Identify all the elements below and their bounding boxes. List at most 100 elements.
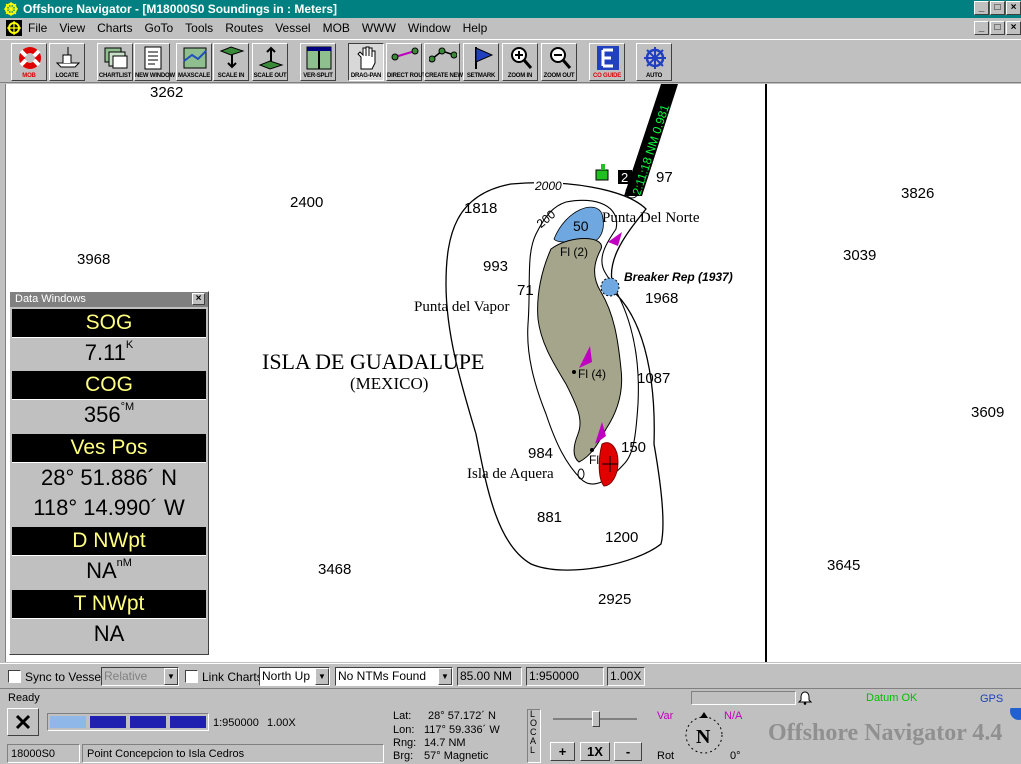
slider-thumb[interactable] (592, 711, 600, 727)
boat-icon (55, 47, 81, 68)
close-button[interactable]: × (1006, 1, 1021, 15)
menu-help[interactable]: Help (463, 21, 488, 35)
sounding: 1200 (605, 529, 639, 546)
sounding: 3039 (843, 247, 877, 264)
chartlist-label: CHARTLIST (98, 73, 132, 79)
map-icon (183, 47, 207, 69)
scale-segment (90, 716, 126, 728)
auto-button[interactable]: AUTO (636, 43, 672, 81)
scale-in-button[interactable]: SCALE IN (213, 43, 249, 81)
breaker-circle (600, 277, 620, 297)
bell-icon[interactable] (798, 691, 812, 705)
chevron-down-icon: ▼ (315, 668, 329, 685)
menu-vessel[interactable]: Vessel (275, 21, 310, 35)
island-name: ISLA DE GUADALUPE (262, 349, 485, 374)
orientation-select[interactable]: North Up ▼ (259, 667, 330, 686)
rng-label: Rng: (393, 737, 417, 749)
plus-button[interactable]: + (550, 742, 575, 761)
cursor-lon: 117° 59.336´ W (424, 724, 500, 736)
ntm-select[interactable]: No NTMs Found ▼ (335, 667, 453, 686)
co-guide-button[interactable]: CO GUIDE (589, 43, 625, 81)
cog-label: COG (12, 371, 206, 399)
co-guide-label: CO GUIDE (592, 73, 622, 79)
zoom-out-icon (550, 47, 572, 69)
menu-tools[interactable]: Tools (185, 21, 213, 35)
tnwpt-block: T NWpt NA (12, 590, 206, 649)
route-icon (391, 47, 419, 61)
sounding: 3262 (150, 84, 184, 101)
chart-name: Point Concepcion to Isla Cedros (87, 748, 245, 760)
menu-bar: File View Charts GoTo Tools Routes Vesse… (0, 18, 1021, 38)
setmark-button[interactable]: SETMARK (463, 43, 499, 81)
var-label: Var (657, 710, 674, 722)
scale-in-icon (219, 46, 245, 69)
data-window-title[interactable]: Data Windows × (10, 292, 208, 307)
sounding: 97 (656, 169, 673, 186)
title-bar: Offshore Navigator - [M18000S0 Soundings… (0, 0, 1021, 18)
menu-mob[interactable]: MOB (323, 21, 350, 35)
ship-wheel-icon[interactable] (6, 20, 22, 36)
create-route-button[interactable]: CREATE NEW ROUTE (424, 43, 485, 81)
sog-block: SOG 7.11K (12, 309, 206, 368)
contour-label: 2000 (534, 179, 563, 193)
menu-charts[interactable]: Charts (97, 21, 132, 35)
compass-rose-icon: N (685, 712, 723, 754)
menu-file[interactable]: File (28, 21, 47, 35)
direct-route-button[interactable]: DIRECT ROUTE (386, 43, 430, 81)
maxscale-label: MAXSCALE (177, 73, 211, 79)
menu-goto[interactable]: GoTo (144, 21, 173, 35)
locate-button[interactable]: LOCATE (49, 43, 85, 81)
mob-button[interactable]: MOB (11, 43, 47, 81)
split-icon (306, 46, 332, 70)
menu-www[interactable]: WWW (362, 21, 396, 35)
sounding: 1818 (464, 200, 498, 217)
rot-value: 0° (730, 750, 741, 762)
menu-view[interactable]: View (59, 21, 85, 35)
minimize-button[interactable]: _ (974, 1, 989, 15)
maximize-button[interactable]: □ (990, 1, 1005, 15)
scale-out-icon (258, 46, 284, 70)
data-window-close-button[interactable]: × (192, 293, 205, 305)
zoom-out-button[interactable]: ZOOM OUT (541, 43, 577, 81)
mdi-close-button[interactable]: × (1006, 21, 1021, 35)
chartlist-button[interactable]: CHARTLIST (97, 43, 133, 81)
sounding: 881 (537, 509, 563, 526)
ver-split-button[interactable]: VER-SPLIT (300, 43, 336, 81)
scale-bar[interactable] (47, 713, 209, 731)
sync-to-vessel-checkbox[interactable] (8, 670, 21, 683)
data-window[interactable]: Data Windows × SOG 7.11K COG 356°M Ves P… (9, 291, 209, 655)
mdi-restore-button[interactable]: □ (990, 21, 1005, 35)
sync-to-vessel-label: Sync to Vessel (25, 670, 104, 684)
sounding: 3826 (901, 185, 935, 202)
scale-segment (50, 716, 86, 728)
mdi-minimize-button[interactable]: _ (974, 21, 989, 35)
menu-routes[interactable]: Routes (225, 21, 263, 35)
scale-segment (130, 716, 166, 728)
zoom-in-button[interactable]: ZOOM IN (502, 43, 538, 81)
link-charts-checkbox[interactable] (185, 670, 198, 683)
light-label: Fl (2) (560, 245, 588, 259)
chart-id: 18000S0 (11, 748, 56, 760)
buoy-number: 2 (621, 170, 628, 185)
one-x-button[interactable]: 1X (580, 742, 610, 761)
status-ready: Ready (8, 692, 40, 704)
zoom-in-label: ZOOM IN (507, 73, 533, 79)
minus-button[interactable]: - (614, 742, 642, 761)
drag-pan-label: DRAG-PAN (350, 73, 382, 79)
status-scale: 1:950000 (213, 717, 259, 729)
dnwpt-label: D NWpt (12, 527, 206, 555)
close-tool-button[interactable] (7, 708, 39, 736)
status-bar: Ready Datum OK GPS 1:950000 1.00X Lat: 2… (0, 688, 1021, 764)
sog-value: 7.11K (12, 337, 206, 368)
range-readout: 85.00 NM (457, 667, 522, 686)
window-title: Offshore Navigator - [M18000S0 Soundings… (23, 2, 338, 16)
create-route-label: CREATE NEW ROUTE (425, 73, 485, 79)
maxscale-button[interactable]: MAXSCALE (176, 43, 212, 81)
drag-pan-button[interactable]: DRAG-PAN (348, 43, 384, 81)
new-window-button[interactable]: NEW WINDOW (134, 43, 175, 81)
globe-icon (1010, 708, 1021, 720)
scale-out-button[interactable]: SCALE OUT (252, 43, 288, 81)
locate-label: LOCATE (55, 73, 79, 79)
islet-aquera (577, 468, 585, 480)
menu-window[interactable]: Window (408, 21, 451, 35)
